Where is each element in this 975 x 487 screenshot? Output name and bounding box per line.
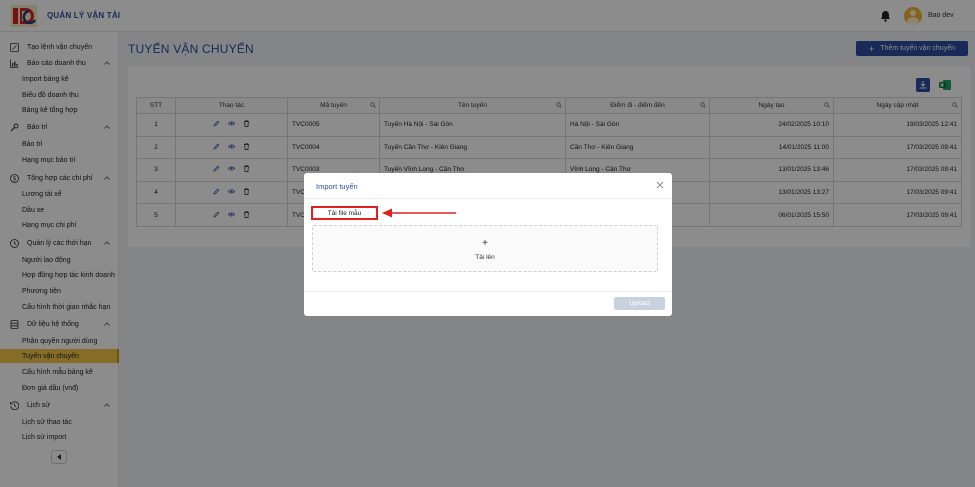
- modal-footer-divider: [304, 291, 672, 292]
- dropzone-label: Tải lên: [475, 254, 495, 261]
- upload-button[interactable]: Upload: [614, 297, 665, 310]
- highlight-box: [311, 206, 378, 220]
- modal-divider: [304, 198, 672, 199]
- upload-dropzone[interactable]: + Tải lên: [312, 225, 658, 272]
- import-modal: Import tuyến Tải file mẫu + Tải lên Uplo…: [304, 173, 672, 316]
- red-arrow-icon: [382, 208, 456, 218]
- modal-title: Import tuyến: [316, 182, 358, 191]
- plus-icon: +: [482, 238, 488, 249]
- close-icon[interactable]: [656, 181, 664, 189]
